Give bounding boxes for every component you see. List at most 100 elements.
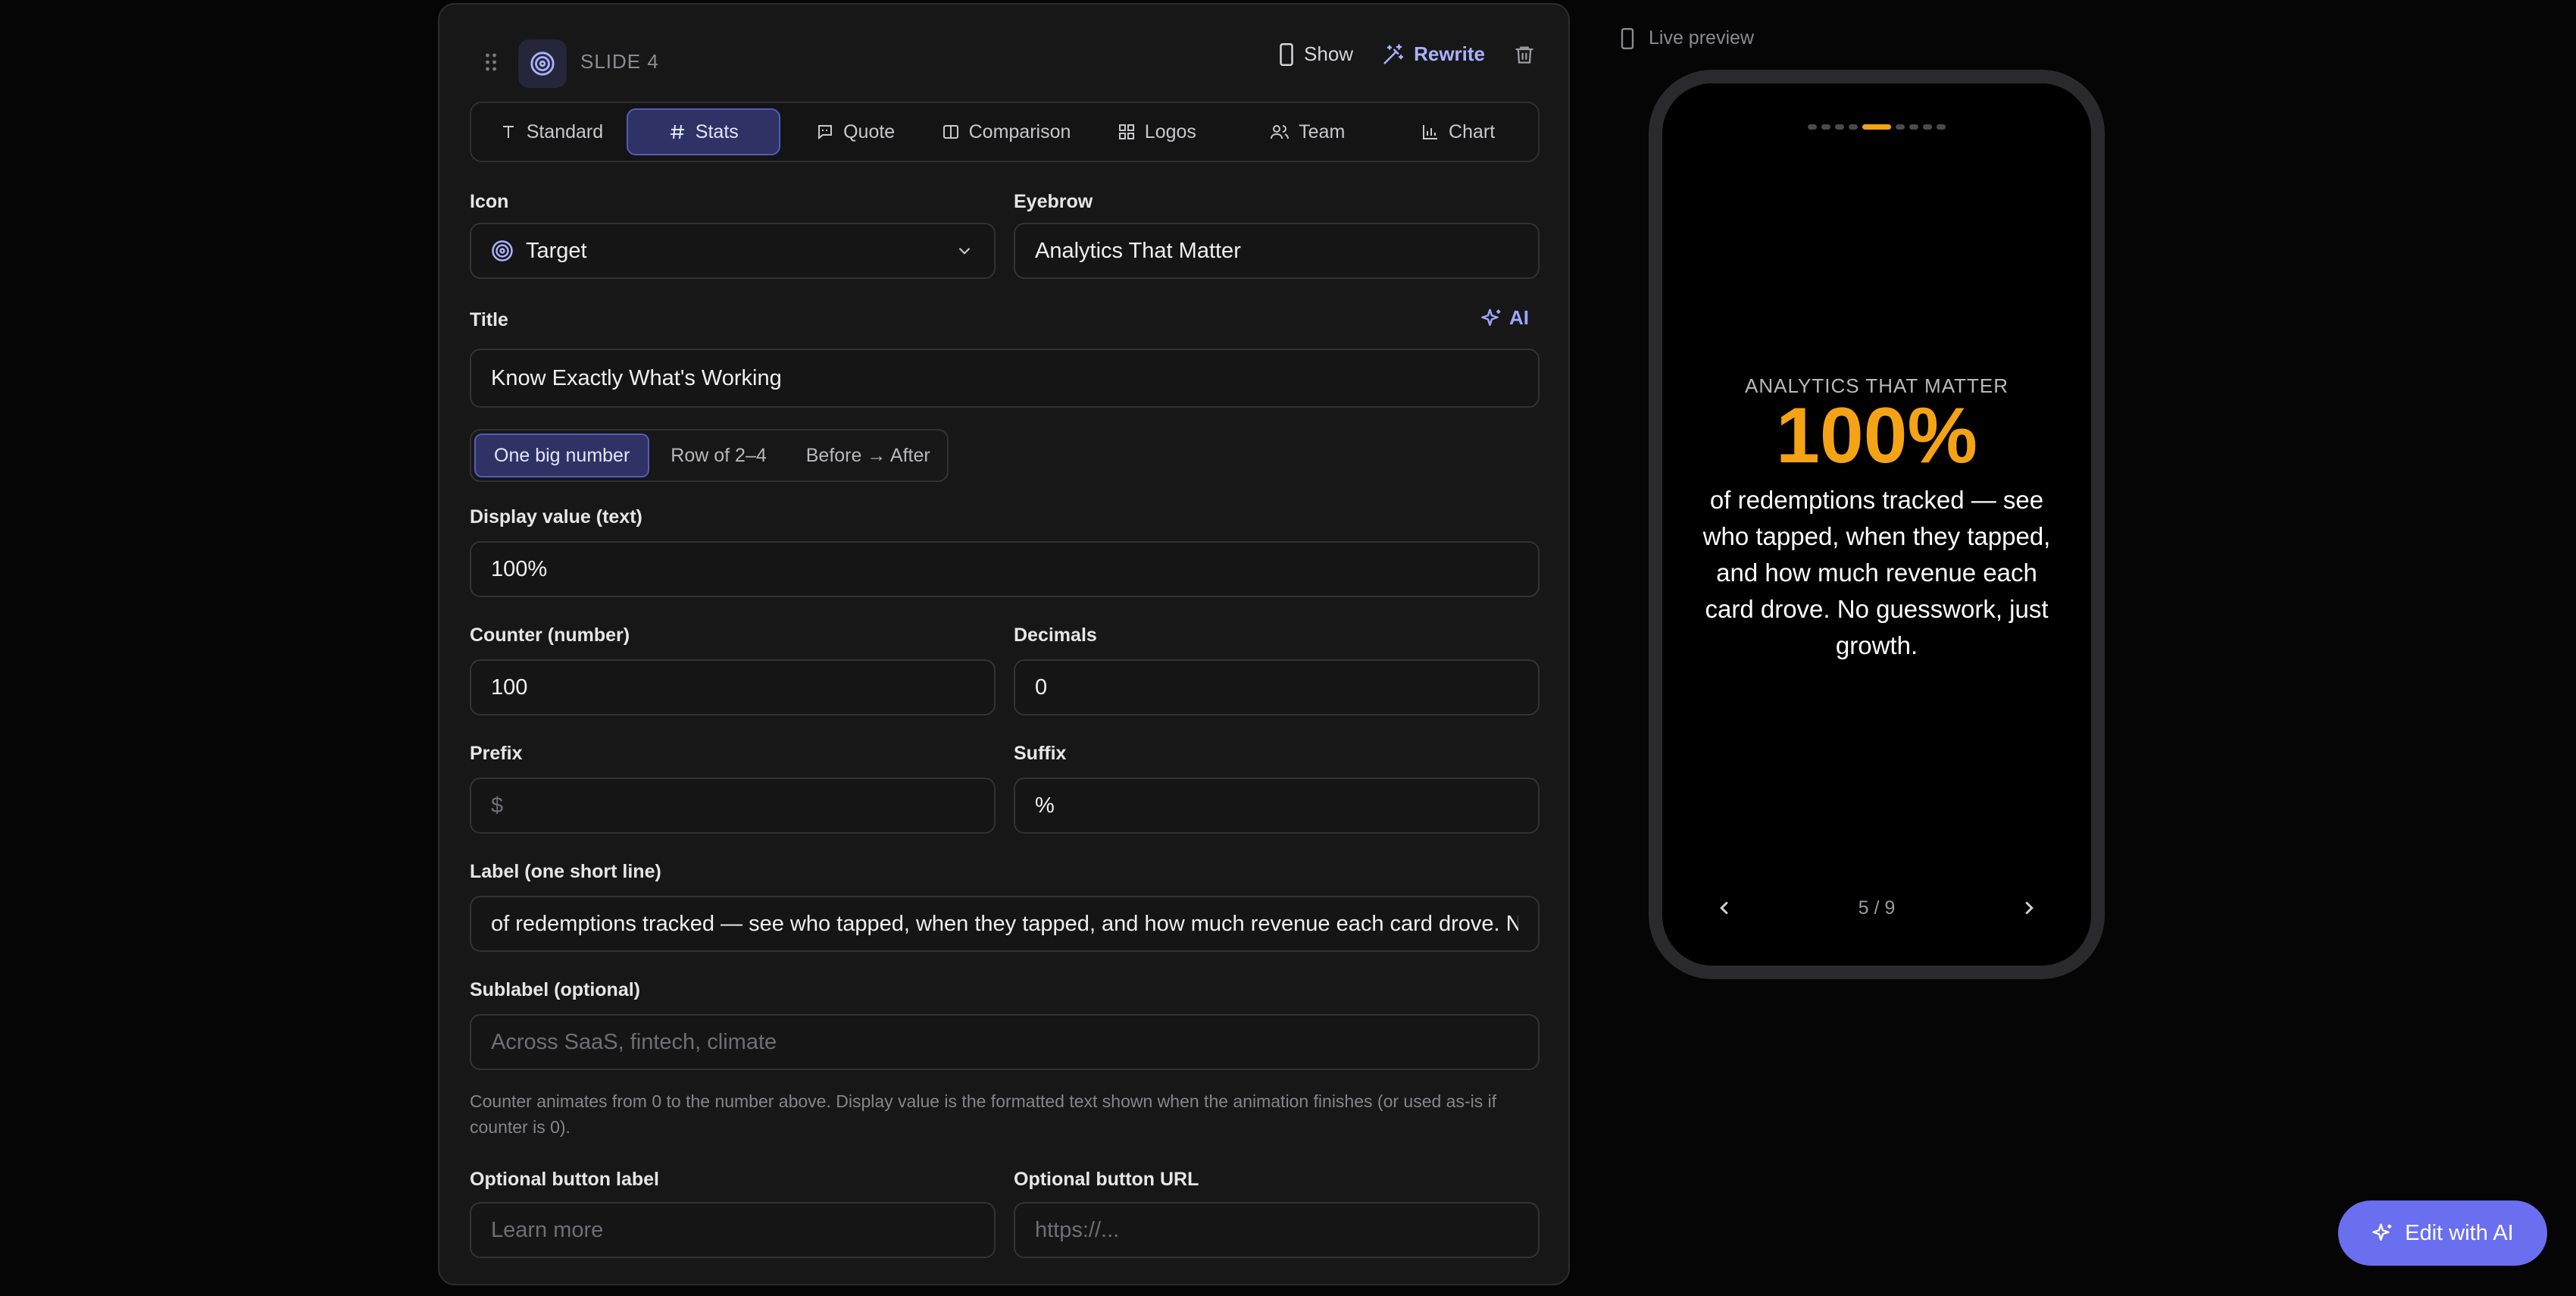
title-input-value: Know Exactly What's Working	[491, 365, 782, 390]
slide-number-label: SLIDE 4	[580, 50, 659, 73]
progress-dot[interactable]	[1923, 124, 1932, 130]
progress-dot[interactable]	[1808, 124, 1817, 130]
button-label-input[interactable]	[470, 1202, 996, 1258]
progress-dot[interactable]	[1937, 124, 1946, 130]
suffix-value: %	[1035, 793, 1055, 818]
magic-wand-icon	[1382, 43, 1405, 66]
tab-label: Comparison	[968, 121, 1071, 142]
quote-icon	[816, 123, 834, 141]
prefix-input[interactable]	[470, 778, 996, 834]
label-field-label: Label (one short line)	[470, 861, 661, 882]
rewrite-button-label: Rewrite	[1414, 42, 1485, 65]
label-input-value: of redemptions tracked — see who tapped,…	[491, 911, 1518, 936]
slide-type-tabs: Standard Stats Quote Comparison Logos Te…	[470, 102, 1540, 162]
mode-row[interactable]: Row of 2–4	[652, 434, 784, 477]
next-slide-button[interactable]	[2012, 891, 2046, 925]
tab-standard[interactable]: Standard	[476, 108, 627, 155]
button-url-input[interactable]	[1014, 1202, 1540, 1258]
slide-editor-card: SLIDE 4 Show Rewrite Standard Stats Quot…	[438, 3, 1570, 1285]
tab-comparison[interactable]: Comparison	[931, 108, 1082, 155]
progress-dot[interactable]	[1821, 124, 1830, 130]
progress-dot[interactable]	[1849, 124, 1858, 130]
target-icon	[518, 39, 567, 88]
previous-slide-button[interactable]	[1708, 891, 1741, 925]
preview-page-indicator: 5 / 9	[1858, 897, 1896, 919]
title-input[interactable]: Know Exactly What's Working	[470, 349, 1540, 408]
icon-select-value: Target	[526, 238, 587, 263]
target-icon	[491, 239, 514, 262]
edit-with-ai-button[interactable]: Edit with AI	[2338, 1201, 2547, 1266]
sublabel-input[interactable]	[470, 1014, 1540, 1070]
trash-icon	[1514, 43, 1535, 66]
sparkles-icon	[2371, 1222, 2394, 1244]
live-preview-title: Live preview	[1649, 27, 1754, 49]
users-icon	[1270, 123, 1290, 141]
tab-label: Stats	[695, 121, 739, 142]
drag-handle-icon[interactable]	[477, 49, 505, 76]
edit-with-ai-label: Edit with AI	[2405, 1220, 2514, 1245]
progress-dot[interactable]	[1896, 124, 1905, 130]
tab-team[interactable]: Team	[1232, 108, 1383, 155]
eyebrow-input-value: Analytics That Matter	[1035, 238, 1241, 263]
sublabel-field-label: Sublabel (optional)	[470, 979, 640, 1000]
live-preview-header: Live preview	[1620, 27, 1754, 49]
bar-chart-icon	[1421, 123, 1440, 141]
chevron-left-icon	[1713, 897, 1736, 919]
sparkles-icon	[1480, 307, 1503, 330]
progress-dot[interactable]	[1909, 124, 1918, 130]
decimals-value: 0	[1035, 675, 1048, 700]
prefix-label: Prefix	[470, 743, 523, 764]
ai-generate-button[interactable]: AI	[1480, 306, 1529, 330]
delete-button[interactable]	[1514, 43, 1535, 66]
counter-help-text: Counter animates from 0 to the number ab…	[470, 1091, 1497, 1137]
hash-icon	[668, 123, 686, 141]
columns-icon	[942, 123, 960, 141]
display-value-input[interactable]: 100%	[470, 541, 1540, 597]
icon-field-label: Icon	[470, 191, 509, 212]
button-label-field-label: Optional button label	[470, 1169, 659, 1190]
display-value-label: Display value (text)	[470, 506, 642, 527]
grid-icon	[1118, 123, 1136, 141]
chevron-right-icon	[2018, 897, 2040, 919]
suffix-label: Suffix	[1014, 743, 1067, 764]
mode-before-after[interactable]: Before → After	[788, 434, 949, 477]
show-button-label: Show	[1304, 42, 1354, 65]
decimals-label: Decimals	[1014, 625, 1097, 646]
counter-input[interactable]: 100	[470, 659, 996, 715]
phone-icon	[1278, 42, 1295, 66]
eyebrow-input[interactable]: Analytics That Matter	[1014, 223, 1540, 279]
tab-chart[interactable]: Chart	[1383, 108, 1533, 155]
tab-logos[interactable]: Logos	[1081, 108, 1232, 155]
tab-label: Quote	[843, 121, 896, 142]
suffix-input[interactable]: %	[1014, 778, 1540, 834]
preview-navigation: 5 / 9	[1708, 891, 2046, 925]
progress-dot[interactable]	[1835, 124, 1844, 130]
chevron-down-icon	[955, 241, 974, 261]
phone-icon	[1620, 27, 1635, 49]
mode-one-big-number[interactable]: One big number	[474, 434, 650, 477]
rewrite-button[interactable]: Rewrite	[1382, 42, 1485, 66]
preview-stat-value: 100%	[1776, 392, 1977, 480]
preview-stat-label: of redemptions tracked — see who tapped,…	[1702, 486, 2051, 659]
phone-preview: ANALYTICS THAT MATTER 100% of redemption…	[1649, 70, 2105, 979]
show-button[interactable]: Show	[1278, 42, 1353, 66]
counter-label: Counter (number)	[470, 625, 630, 646]
title-field-label: Title	[470, 309, 508, 330]
label-input[interactable]: of redemptions tracked — see who tapped,…	[470, 896, 1540, 952]
ai-button-label: AI	[1509, 306, 1529, 329]
slide-progress-dots	[1662, 124, 2091, 130]
progress-dot[interactable]	[1862, 124, 1891, 130]
tab-label: Logos	[1144, 121, 1196, 142]
stat-mode-selector: One big number Row of 2–4 Before → After	[470, 429, 949, 482]
icon-select[interactable]: Target	[470, 223, 996, 279]
eyebrow-field-label: Eyebrow	[1014, 191, 1093, 212]
tab-label: Chart	[1449, 121, 1496, 142]
tab-label: Team	[1299, 121, 1346, 142]
tab-quote[interactable]: Quote	[780, 108, 931, 155]
display-value-text: 100%	[491, 556, 548, 581]
button-url-field-label: Optional button URL	[1014, 1169, 1199, 1190]
decimals-input[interactable]: 0	[1014, 659, 1540, 715]
tab-label: Standard	[526, 121, 604, 142]
tab-stats[interactable]: Stats	[626, 108, 780, 155]
card-header: SLIDE 4 Show Rewrite	[439, 32, 1568, 92]
